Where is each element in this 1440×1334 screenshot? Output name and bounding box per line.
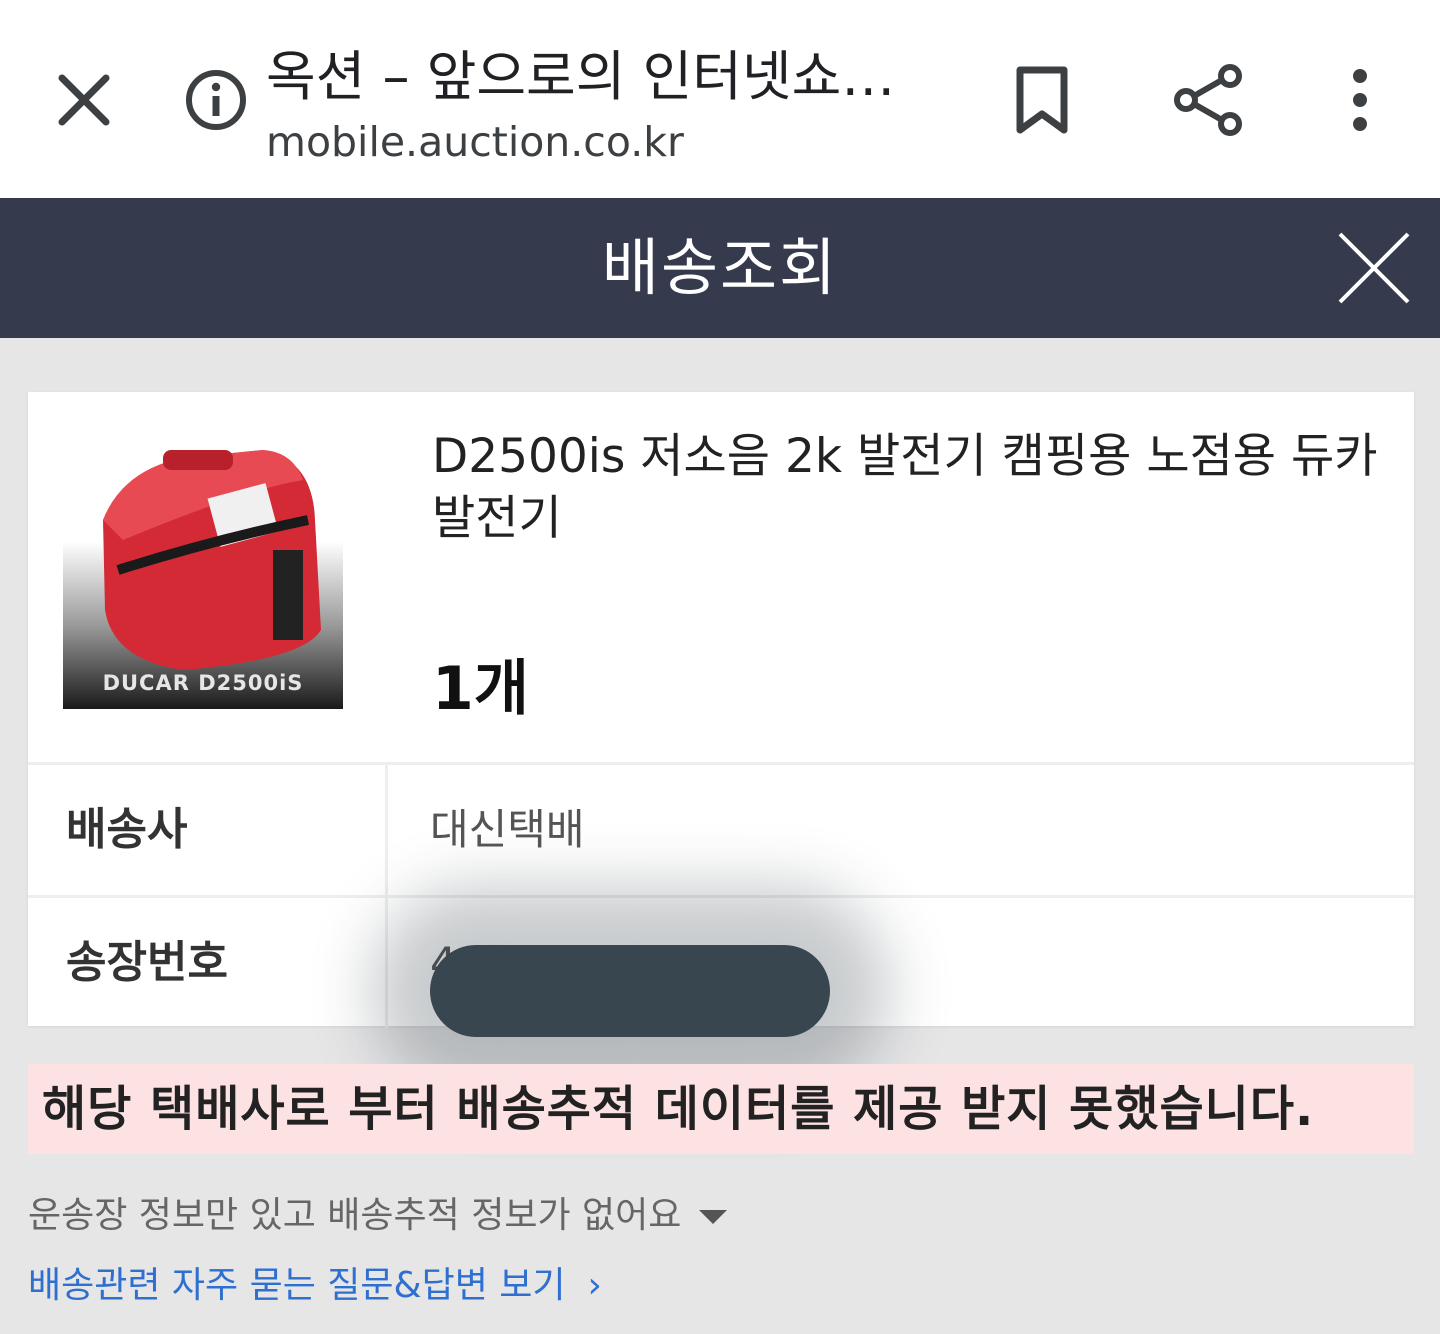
delivery-card: DUCAR D2500iS D2500is 저소음 2k 발전기 캠핑용 노점용… xyxy=(28,392,1414,1028)
caret-down-icon xyxy=(699,1210,728,1224)
close-tab-icon[interactable] xyxy=(48,64,120,136)
page-title: 옥션 – 앞으로의 인터넷쇼… xyxy=(266,45,896,108)
no-tracking-text: 운송장 정보만 있고 배송추적 정보가 없어요 xyxy=(28,1195,682,1236)
notice-message: 해당 택배사로 부터 배송추적 데이터를 제공 받지 못했습니다. xyxy=(42,1081,1315,1137)
tracking-label: 송장번호 xyxy=(28,898,388,1028)
tracking-notice: 해당 택배사로 부터 배송추적 데이터를 제공 받지 못했습니다. xyxy=(28,1064,1414,1154)
no-tracking-dropdown[interactable]: 운송장 정보만 있고 배송추적 정보가 없어요 xyxy=(28,1190,728,1242)
product-image[interactable]: DUCAR D2500iS xyxy=(63,430,343,709)
faq-link[interactable]: 배송관련 자주 묻는 질문&답변 보기 › xyxy=(28,1260,602,1312)
close-icon[interactable] xyxy=(1334,228,1414,308)
bookmark-icon[interactable] xyxy=(1006,62,1078,138)
more-options-icon[interactable] xyxy=(1336,62,1384,138)
info-icon[interactable] xyxy=(180,64,252,136)
product-name[interactable]: D2500is 저소음 2k 발전기 캠핑용 노점용 듀카발전기 xyxy=(432,426,1382,550)
carrier-value: 대신택배 xyxy=(430,805,585,854)
delivery-header: 배송조회 xyxy=(0,198,1440,338)
product-quantity: 1개 xyxy=(432,654,529,724)
page-url[interactable]: mobile.auction.co.kr xyxy=(266,116,684,168)
share-icon[interactable] xyxy=(1170,62,1248,138)
carrier-row: 배송사 대신택배 xyxy=(28,762,1414,895)
redaction-mark xyxy=(430,945,830,1037)
product-image-label: DUCAR D2500iS xyxy=(102,671,304,695)
chevron-right-icon: › xyxy=(587,1265,602,1306)
header-title: 배송조회 xyxy=(601,231,839,304)
browser-toolbar: 옥션 – 앞으로의 인터넷쇼… mobile.auction.co.kr xyxy=(0,0,1440,198)
carrier-label: 배송사 xyxy=(28,765,388,895)
faq-link-text: 배송관련 자주 묻는 질문&답변 보기 xyxy=(28,1265,566,1306)
